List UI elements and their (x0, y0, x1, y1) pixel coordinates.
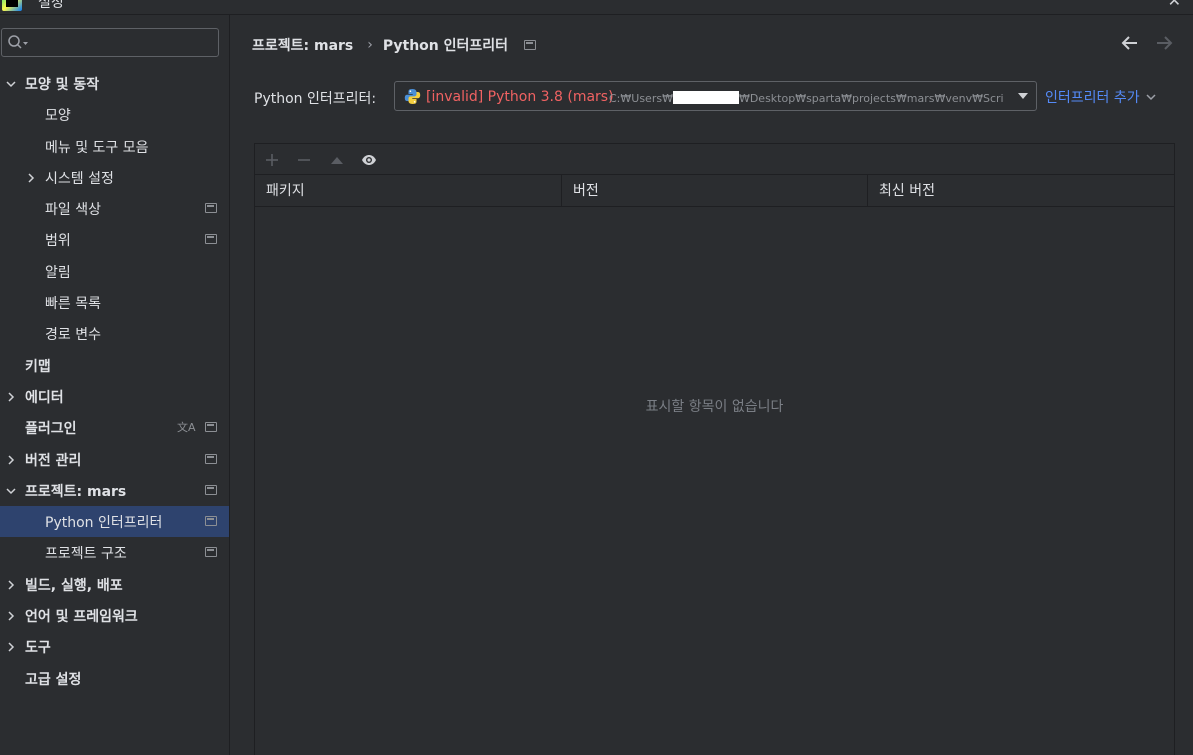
sidebar-item[interactable]: 도구 (0, 631, 229, 662)
sidebar-item-label: 도구 (25, 640, 51, 657)
sidebar-item-label: 범위 (45, 233, 71, 250)
sidebar-item[interactable]: 빠른 목록 (0, 287, 229, 318)
forward-arrow-icon[interactable] (1154, 33, 1174, 53)
chevron-down-icon[interactable] (1146, 92, 1156, 102)
sidebar-item[interactable]: 프로젝트: mars (0, 475, 229, 506)
breadcrumb-separator: › (367, 37, 373, 53)
interpreter-path: C:₩Users₩ ₩Desktop₩sparta₩projects₩mars₩v… (609, 91, 1007, 105)
sidebar-item[interactable]: 플러그인 文A (0, 412, 229, 443)
sidebar-item-label: 프로젝트 구조 (45, 546, 127, 563)
sidebar-item[interactable]: 버전 관리 (0, 444, 229, 475)
sidebar-item-label: 버전 관리 (25, 452, 82, 469)
sidebar-item-label: Python 인터프리터 (45, 515, 163, 532)
add-package-icon[interactable] (264, 152, 280, 168)
sidebar-item[interactable]: 언어 및 프레임워크 (0, 600, 229, 631)
redacted-username (672, 91, 739, 104)
sidebar-item-label: 시스템 설정 (45, 170, 114, 187)
sidebar-item[interactable]: 모양 (0, 99, 229, 130)
sidebar-item[interactable]: Python 인터프리터 (0, 506, 229, 538)
sidebar-item-label: 메뉴 및 도구 모음 (45, 139, 149, 156)
sidebar-item-label: 모양 (45, 108, 71, 125)
sidebar-item[interactable]: 시스템 설정 (0, 162, 229, 193)
sidebar-item-label: 프로젝트: mars (25, 483, 127, 500)
eye-icon[interactable] (361, 152, 377, 168)
chevron-right-icon[interactable] (4, 390, 18, 404)
sidebar-item-label: 모양 및 동작 (25, 77, 100, 93)
breadcrumb: 프로젝트: mars › Python 인터프리터 (252, 35, 537, 55)
sidebar-item-label: 알림 (45, 264, 71, 281)
sidebar-item-label: 고급 설정 (25, 671, 82, 688)
chevron-right-icon[interactable] (4, 578, 18, 592)
interpreter-name: [invalid] Python 3.8 (mars) (426, 89, 614, 105)
sidebar-item[interactable]: 프로젝트 구조 (0, 537, 229, 568)
project-level-icon (205, 453, 217, 464)
settings-tree: 모양 및 동작모양메뉴 및 도구 모음시스템 설정파일 색상범위알림빠른 목록경… (0, 68, 229, 694)
chevron-right-icon[interactable] (4, 453, 18, 467)
sidebar-item[interactable]: 범위 (0, 224, 229, 255)
packages-table-header: 패키지 버전 최신 버전 (255, 175, 1174, 207)
sidebar-item-label: 빌드, 실행, 배포 (25, 577, 123, 594)
close-icon[interactable]: ✕ (1168, 0, 1181, 10)
sidebar-item[interactable]: 빌드, 실행, 배포 (0, 569, 229, 600)
interpreter-path-suffix: ₩Desktop₩sparta₩projects₩mars₩venv₩Scri (738, 92, 1004, 105)
chevron-down-icon[interactable] (4, 484, 18, 498)
window-title: 설정 (38, 0, 64, 11)
sidebar-item[interactable]: 메뉴 및 도구 모음 (0, 131, 229, 162)
search-icon[interactable] (7, 34, 29, 52)
add-interpreter-label[interactable]: 인터프리터 추가 (1045, 87, 1140, 107)
sidebar-item-label: 빠른 목록 (45, 296, 101, 313)
breadcrumb-parent[interactable]: 프로젝트: mars (252, 35, 353, 55)
settings-sidebar: 모양 및 동작모양메뉴 및 도구 모음시스템 설정파일 색상범위알림빠른 목록경… (0, 15, 229, 755)
packages-empty-message: 표시할 항목이 없습니다 (645, 399, 784, 415)
settings-search-box[interactable] (1, 28, 219, 57)
column-header-version[interactable]: 버전 (562, 175, 868, 207)
interpreter-path-prefix: C:₩Users₩ (609, 92, 673, 105)
sidebar-item-label: 언어 및 프레임워크 (25, 609, 138, 626)
add-interpreter-link[interactable]: 인터프리터 추가 (1045, 87, 1156, 107)
sidebar-item[interactable]: 키맵 (0, 350, 229, 381)
upgrade-package-icon[interactable] (329, 152, 345, 168)
sidebar-item-label: 키맵 (25, 358, 51, 375)
sidebar-item[interactable]: 파일 색상 (0, 193, 229, 224)
project-level-icon (205, 234, 217, 245)
sidebar-item[interactable]: 고급 설정 (0, 663, 229, 694)
python-icon (404, 89, 421, 104)
breadcrumb-current: Python 인터프리터 (382, 38, 509, 54)
interpreter-label: Python 인터프리터: (254, 91, 377, 107)
remove-package-icon[interactable] (296, 152, 312, 168)
column-header-latest-version[interactable]: 최신 버전 (868, 175, 1174, 207)
sidebar-item[interactable]: 경로 변수 (0, 318, 229, 349)
chevron-right-icon[interactable] (4, 640, 18, 654)
column-header-package[interactable]: 패키지 (255, 175, 562, 207)
project-level-icon (205, 203, 217, 214)
sidebar-item[interactable]: 에디터 (0, 381, 229, 412)
chevron-right-icon[interactable] (24, 171, 38, 185)
project-level-icon (205, 516, 217, 527)
settings-content: 프로젝트: mars › Python 인터프리터 Python 인터프리터: … (229, 15, 1193, 755)
chevron-right-icon[interactable] (4, 609, 18, 623)
sidebar-item-label: 파일 색상 (45, 202, 101, 219)
interpreter-select[interactable]: [invalid] Python 3.8 (mars) C:₩Users₩ ₩De… (394, 81, 1037, 111)
project-level-icon (205, 547, 217, 558)
title-bar: 설정 ✕ (0, 0, 1193, 15)
sidebar-item-label: 플러그인 (25, 421, 77, 438)
project-level-icon (205, 422, 217, 433)
packages-panel: 패키지 버전 최신 버전 표시할 항목이 없습니다 (254, 143, 1175, 755)
project-level-icon (205, 484, 217, 495)
back-arrow-icon[interactable] (1120, 33, 1140, 53)
sidebar-item[interactable]: 알림 (0, 256, 229, 287)
dropdown-arrow-icon[interactable] (1018, 93, 1028, 99)
sidebar-item-label: 경로 변수 (45, 327, 101, 344)
chevron-down-icon[interactable] (4, 77, 18, 91)
packages-toolbar (255, 144, 1174, 175)
translate-icon: 文A (177, 421, 196, 435)
app-logo-icon (2, 0, 22, 11)
settings-search-input[interactable] (30, 31, 216, 55)
sidebar-item-label: 에디터 (25, 389, 64, 406)
project-level-icon (524, 40, 537, 50)
sidebar-item[interactable]: 모양 및 동작 (0, 68, 229, 99)
